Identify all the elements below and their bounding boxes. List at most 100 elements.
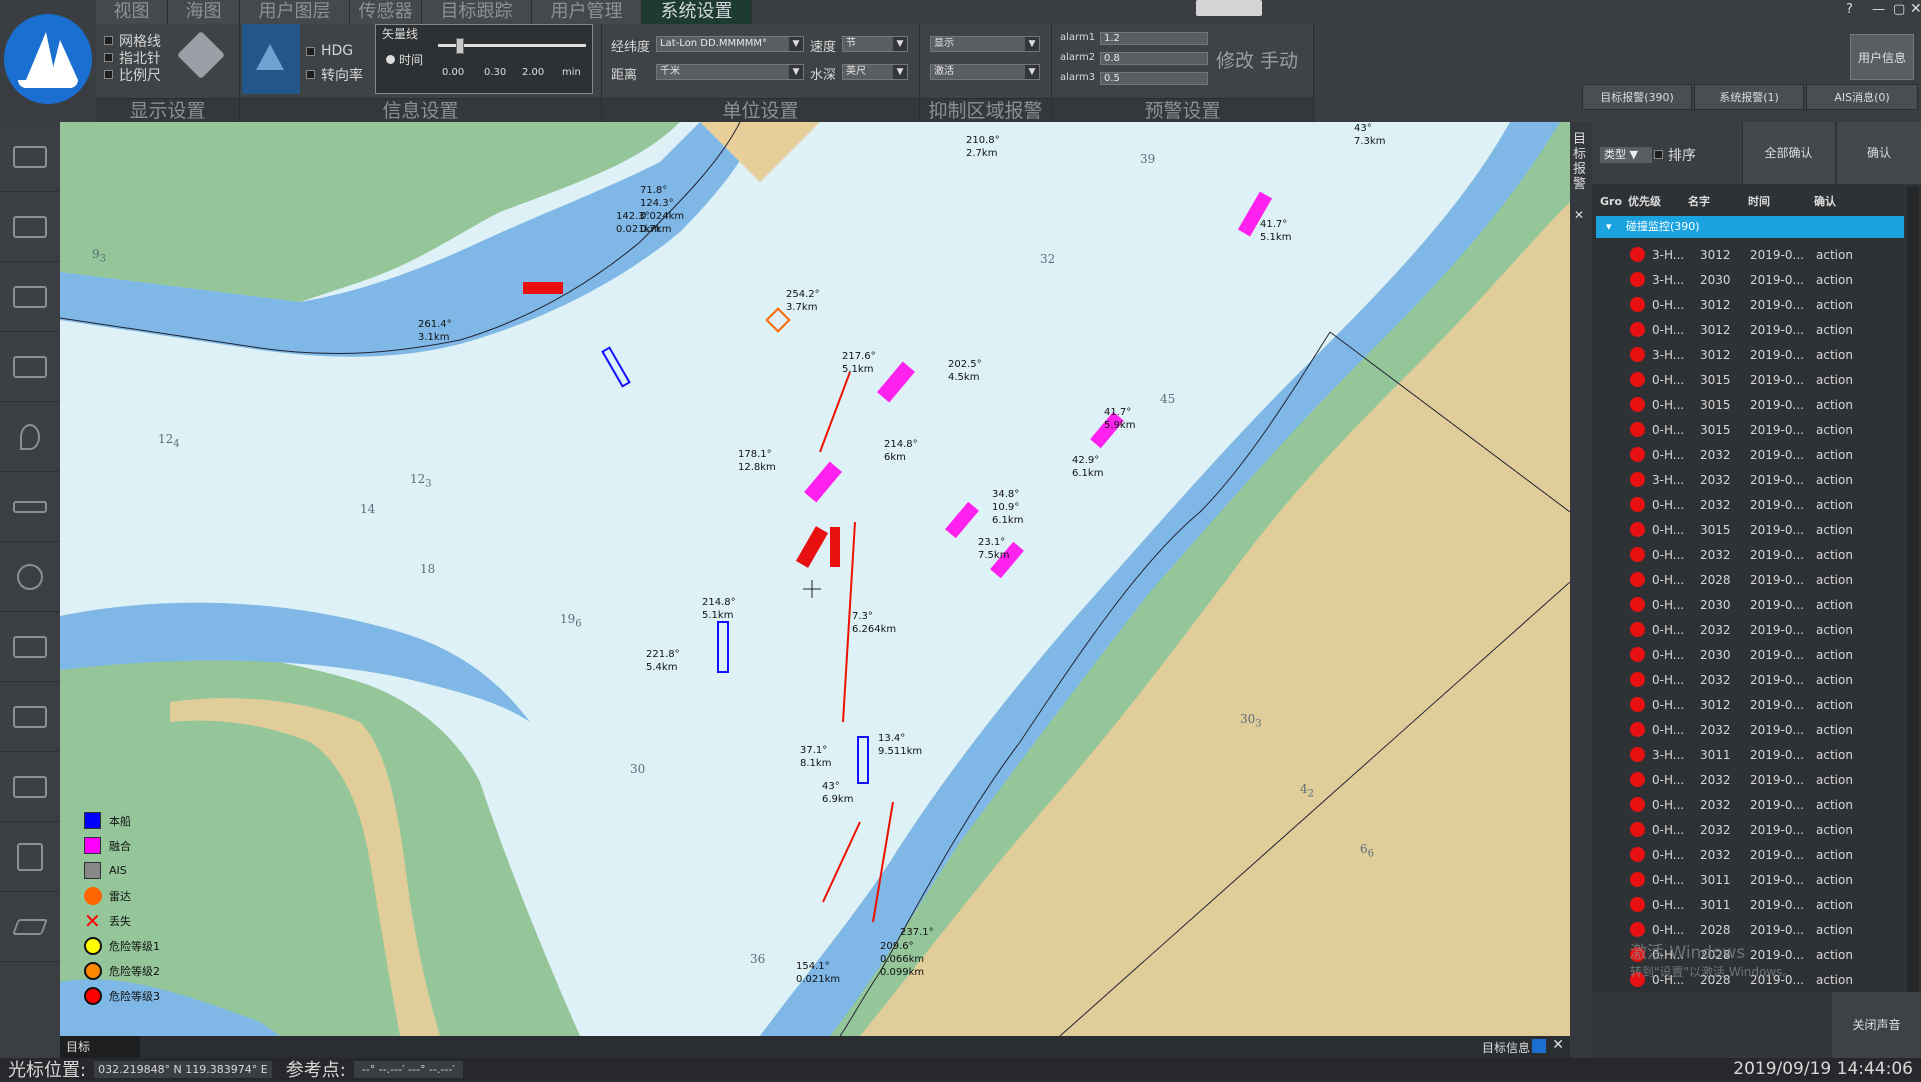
- zoom-in-button[interactable]: [0, 262, 60, 332]
- tab-chart[interactable]: 海图: [168, 0, 240, 24]
- alarm-row[interactable]: 0-H... 3015 2019-0... action: [1596, 392, 1904, 417]
- help-icon[interactable]: ?: [1846, 2, 1853, 17]
- alarm-row[interactable]: 3-H... 3011 2019-0... action: [1596, 742, 1904, 767]
- save-button[interactable]: [0, 822, 60, 892]
- tab-ais-message[interactable]: AIS消息(0): [1806, 84, 1918, 110]
- alarm1-input[interactable]: 1.2: [1100, 32, 1208, 45]
- alarm-action[interactable]: action: [1816, 898, 1866, 912]
- zoom-out-button[interactable]: [0, 332, 60, 402]
- sort-checkbox[interactable]: [1654, 150, 1663, 159]
- alarm-action[interactable]: action: [1816, 823, 1866, 837]
- alarm-row[interactable]: 0-H... 2032 2019-0... action: [1596, 492, 1904, 517]
- own-ship[interactable]: [601, 346, 631, 388]
- alarm-action[interactable]: action: [1816, 573, 1866, 587]
- help-button[interactable]: [0, 542, 60, 612]
- fused-target[interactable]: [804, 461, 842, 503]
- alarm-action[interactable]: action: [1816, 248, 1866, 262]
- expand-icon[interactable]: ▾: [1606, 216, 1612, 238]
- tab-view[interactable]: 视图: [96, 0, 168, 24]
- col-confirm[interactable]: 确认: [1814, 193, 1854, 209]
- alarm-action[interactable]: action: [1816, 323, 1866, 337]
- confirm-all-button[interactable]: 全部确认: [1742, 122, 1834, 184]
- alarm-action[interactable]: action: [1816, 623, 1866, 637]
- distance-select[interactable]: 千米 ▼: [656, 64, 804, 80]
- alarm-action[interactable]: action: [1816, 723, 1866, 737]
- alarm-row[interactable]: 0-H... 2032 2019-0... action: [1596, 792, 1904, 817]
- tab-system-settings[interactable]: 系统设置: [642, 0, 752, 24]
- alarm-row[interactable]: 0-H... 2032 2019-0... action: [1596, 667, 1904, 692]
- own-ship[interactable]: [857, 736, 869, 784]
- chart-display-button[interactable]: [0, 192, 60, 262]
- alarm-action[interactable]: action: [1816, 273, 1866, 287]
- tab-user-layer[interactable]: 用户图层: [240, 0, 350, 24]
- collision-group-row[interactable]: ▾ 碰撞监控(390): [1596, 216, 1904, 238]
- alarm-action[interactable]: action: [1816, 298, 1866, 312]
- target-tab[interactable]: 目标: [60, 1036, 140, 1058]
- alarm-row[interactable]: 0-H... 2032 2019-0... action: [1596, 542, 1904, 567]
- alarm-action[interactable]: action: [1816, 873, 1866, 887]
- alarm-action[interactable]: action: [1816, 598, 1866, 612]
- type-select[interactable]: 类型 ▼: [1600, 147, 1652, 163]
- alarm-row[interactable]: 0-H... 3011 2019-0... action: [1596, 867, 1904, 892]
- suppress-activate-select[interactable]: 激活 ▼: [930, 64, 1040, 80]
- radar-target[interactable]: [523, 282, 563, 294]
- close-icon[interactable]: ✕: [1910, 1, 1921, 17]
- alarm-row[interactable]: 0-H... 2032 2019-0... action: [1596, 717, 1904, 742]
- vtab-close-icon[interactable]: ✕: [1574, 208, 1584, 222]
- hdg-checkbox[interactable]: HDG: [306, 36, 363, 66]
- suppress-display-select[interactable]: 显示 ▼: [930, 36, 1040, 52]
- alarm-row[interactable]: 0-H... 2032 2019-0... action: [1596, 817, 1904, 842]
- col-time[interactable]: 时间: [1748, 193, 1814, 209]
- alarm-row[interactable]: 0-H... 3015 2019-0... action: [1596, 367, 1904, 392]
- col-priority[interactable]: 优先级: [1628, 193, 1688, 209]
- alarm-action[interactable]: action: [1816, 673, 1866, 687]
- alarm-action[interactable]: action: [1816, 973, 1866, 987]
- close-sound-button[interactable]: 关闭声音: [1832, 992, 1921, 1058]
- compass-checkbox[interactable]: 指北针: [104, 49, 161, 67]
- print-button[interactable]: [0, 752, 60, 822]
- alarm-action[interactable]: action: [1816, 423, 1866, 437]
- alarm-row[interactable]: 0-H... 3012 2019-0... action: [1596, 692, 1904, 717]
- alarm-action[interactable]: action: [1816, 748, 1866, 762]
- alarm-action[interactable]: action: [1816, 523, 1866, 537]
- erase-button[interactable]: [0, 892, 60, 962]
- monitor-add-button[interactable]: [0, 122, 60, 192]
- target-info-badge[interactable]: [1532, 1039, 1546, 1053]
- alarm-row[interactable]: 0-H... 2030 2019-0... action: [1596, 642, 1904, 667]
- alarm-row[interactable]: 0-H... 3011 2019-0... action: [1596, 892, 1904, 917]
- alarm-action[interactable]: action: [1816, 948, 1866, 962]
- alarm-row[interactable]: 0-H... 2028 2019-0... action: [1596, 917, 1904, 942]
- alarm-action[interactable]: action: [1816, 648, 1866, 662]
- tab-target-alarm[interactable]: 目标报警(390): [1582, 84, 1692, 110]
- alarm-row[interactable]: 0-H... 2028 2019-0... action: [1596, 567, 1904, 592]
- alarm-row[interactable]: 0-H... 3012 2019-0... action: [1596, 317, 1904, 342]
- alarm-row[interactable]: 0-H... 3012 2019-0... action: [1596, 292, 1904, 317]
- alarm-action[interactable]: action: [1816, 348, 1866, 362]
- alarm-row[interactable]: 0-H... 2032 2019-0... action: [1596, 842, 1904, 867]
- alarm-action[interactable]: action: [1816, 773, 1866, 787]
- alarm-row[interactable]: 3-H... 2032 2019-0... action: [1596, 467, 1904, 492]
- depth-select[interactable]: 英尺 ▼: [842, 64, 908, 80]
- minimize-icon[interactable]: —: [1872, 2, 1885, 17]
- speed-select[interactable]: 节 ▼: [842, 36, 908, 52]
- vector-slider-thumb[interactable]: [456, 38, 464, 54]
- alarm-action[interactable]: action: [1816, 448, 1866, 462]
- screen-button[interactable]: [0, 682, 60, 752]
- alarm-action[interactable]: action: [1816, 498, 1866, 512]
- latlon-select[interactable]: Lat-Lon DD.MMMMM° ▼: [656, 36, 804, 52]
- grid-checkbox[interactable]: 网格线: [104, 32, 161, 50]
- alarm-action[interactable]: action: [1816, 398, 1866, 412]
- alarm3-input[interactable]: 0.5: [1100, 72, 1208, 85]
- manual-button[interactable]: 手动: [1260, 46, 1298, 73]
- confirm-button[interactable]: 确认: [1836, 122, 1921, 184]
- radar-target[interactable]: [795, 526, 829, 568]
- modify-button[interactable]: 修改: [1216, 46, 1254, 73]
- ship-symbol-icon[interactable]: [242, 24, 300, 94]
- alarm-scrollbar[interactable]: [1907, 187, 1919, 997]
- alarm-row[interactable]: 0-H... 2032 2019-0... action: [1596, 767, 1904, 792]
- alarm-row[interactable]: 0-H... 3015 2019-0... action: [1596, 417, 1904, 442]
- alarm-row[interactable]: 3-H... 2030 2019-0... action: [1596, 267, 1904, 292]
- alarm-action[interactable]: action: [1816, 473, 1866, 487]
- tab-sensor[interactable]: 传感器: [350, 0, 422, 24]
- alarm-row[interactable]: 0-H... 2032 2019-0... action: [1596, 442, 1904, 467]
